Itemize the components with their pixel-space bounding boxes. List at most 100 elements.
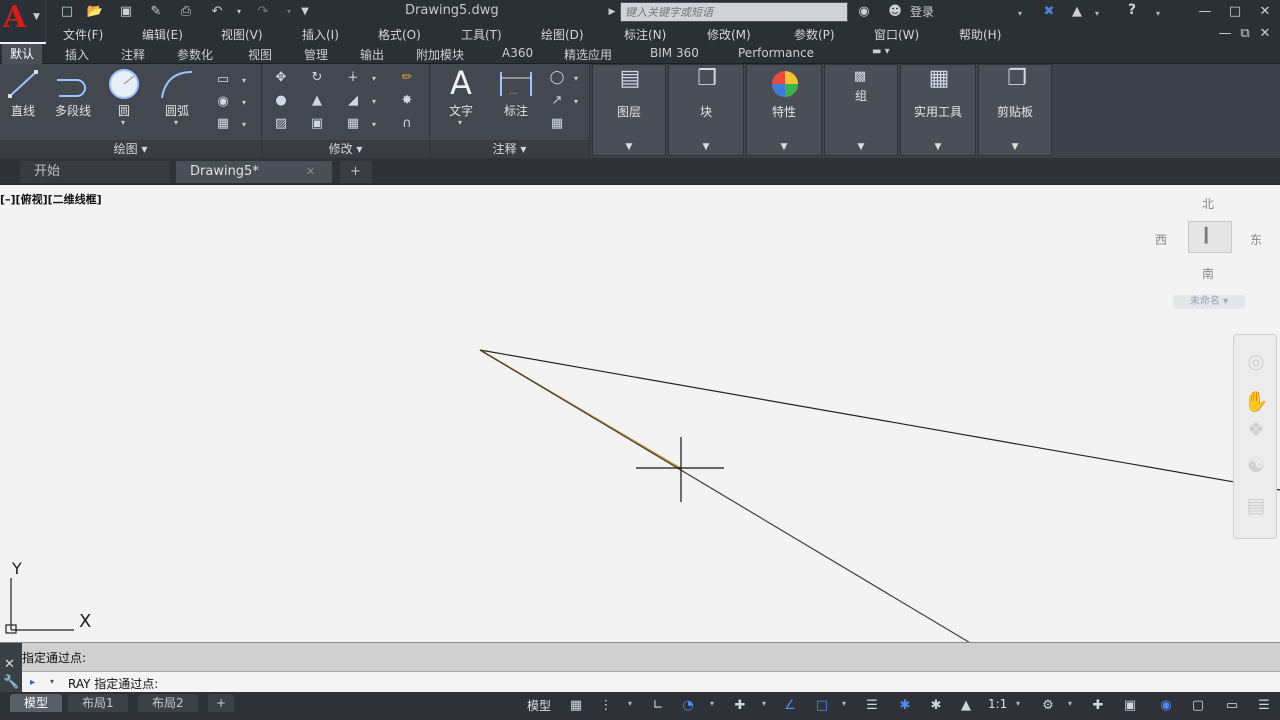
annotation-scale-icon[interactable]: ✱ (895, 697, 915, 715)
compass-north[interactable]: 北 (1202, 195, 1214, 212)
multileader-icon[interactable]: ↗ (548, 93, 566, 109)
isodraft-dropdown-icon[interactable]: ▾ (762, 699, 766, 708)
draw-panel-title[interactable]: 绘图 ▾ (0, 140, 261, 158)
annotation-visibility-icon[interactable]: ✱ (926, 697, 946, 715)
doc-minimize-icon[interactable]: — (1216, 26, 1234, 42)
open-file-icon[interactable]: 📂 (86, 4, 104, 20)
tab-a360[interactable]: A360 (502, 46, 533, 60)
tab-parametric[interactable]: 参数化 (177, 46, 213, 63)
tab-featured-apps[interactable]: 精选应用 (564, 46, 612, 63)
grid-icon[interactable]: ▦ (566, 697, 586, 715)
tab-annotate[interactable]: 注释 (121, 46, 145, 63)
hatch-dropdown-icon[interactable]: ▾ (242, 98, 246, 107)
clipboard-panel[interactable]: ❐ 剪贴板 ▼ (978, 64, 1052, 156)
menu-tools[interactable]: 工具(T) (461, 26, 502, 43)
new-file-icon[interactable]: □ (58, 4, 76, 20)
dimension-button[interactable]: ... 标注 (494, 68, 538, 119)
menu-help[interactable]: 帮助(H) (959, 26, 1001, 43)
offset-icon[interactable]: ∩ (398, 116, 416, 132)
command-input[interactable]: ▸ ▾ RAY 指定通过点: (22, 671, 1280, 693)
compass-east[interactable]: 东 (1250, 231, 1262, 248)
properties-panel[interactable]: 特性 ▼ (746, 64, 822, 156)
layout-tab-1[interactable]: 布局1 (68, 694, 128, 712)
menu-insert[interactable]: 插入(I) (302, 26, 339, 43)
steering-wheel-icon[interactable]: ◎ (1241, 349, 1271, 375)
doc-close-icon[interactable]: ✕ (1256, 26, 1274, 42)
array-dropdown-icon[interactable]: ▾ (372, 120, 376, 129)
copy-icon[interactable]: ● (272, 93, 290, 109)
line-button[interactable]: 直线 (4, 68, 42, 119)
viewcube[interactable]: ▎ (1188, 221, 1232, 253)
user-icon[interactable]: ☻ (886, 4, 904, 20)
snap-dropdown-icon[interactable]: ▾ (628, 699, 632, 708)
help-button[interactable]: ? (1128, 2, 1136, 18)
fillet-icon[interactable]: ◢ (344, 93, 362, 109)
ribbon-minimize-icon[interactable]: ▬ ▾ (872, 46, 890, 57)
circle-button[interactable]: 圆 ▾ (104, 68, 144, 127)
tab-addins[interactable]: 附加模块 (416, 46, 464, 63)
polar-dropdown-icon[interactable]: ▾ (710, 699, 714, 708)
menu-view[interactable]: 视图(V) (221, 26, 263, 43)
modify-panel-title[interactable]: 修改 ▾ (262, 140, 429, 158)
doc-restore-icon[interactable]: ⧉ (1236, 26, 1254, 42)
rectangle-icon[interactable]: ▭ (214, 72, 232, 88)
command-close-icon[interactable]: ✕ (4, 657, 15, 672)
minimize-icon[interactable]: — (1196, 4, 1214, 20)
login-button[interactable]: 登录 (910, 3, 934, 20)
explode-icon[interactable]: ✸ (398, 93, 416, 109)
utilities-panel[interactable]: ▦ 实用工具 ▼ (900, 64, 976, 156)
a360-icon[interactable]: ▲ (1068, 4, 1086, 20)
tab-manage[interactable]: 管理 (304, 46, 328, 63)
pan-icon[interactable]: ✋ (1241, 389, 1271, 415)
command-customize-icon[interactable]: 🔧 (3, 675, 19, 690)
model-space-button[interactable]: 模型 (527, 697, 551, 714)
table-icon[interactable]: ▦ (548, 116, 566, 132)
close-icon[interactable]: ✕ (1256, 4, 1274, 20)
redo-icon[interactable]: ↷ (254, 4, 272, 20)
menu-format[interactable]: 格式(O) (378, 26, 421, 43)
multileader-dropdown-icon[interactable]: ▾ (574, 97, 578, 106)
ucs-menu[interactable]: 未命名 ▾ (1173, 295, 1245, 309)
object-snap-tracking-icon[interactable]: ∠ (780, 697, 800, 715)
scale-icon[interactable]: ▣ (308, 116, 326, 132)
arc-button[interactable]: 圆弧 ▾ (155, 68, 199, 127)
menu-file[interactable]: 文件(F) (63, 26, 103, 43)
menu-window[interactable]: 窗口(W) (874, 26, 919, 43)
undo-icon[interactable]: ↶ (208, 4, 226, 20)
drawing-area[interactable] (0, 185, 1280, 644)
application-menu-button[interactable]: A ▼ (0, 0, 46, 42)
recent-commands-icon[interactable]: ▾ (50, 677, 54, 686)
menu-edit[interactable]: 编辑(E) (142, 26, 183, 43)
mirror-icon[interactable]: ▲ (308, 93, 326, 109)
text-dropdown-icon[interactable]: ▾ (458, 118, 462, 127)
annotation-monitor-icon[interactable]: ✚ (1088, 697, 1108, 715)
workspace-dropdown-icon[interactable]: ▾ (1068, 699, 1072, 708)
fillet-dropdown-icon[interactable]: ▾ (372, 97, 376, 106)
leader-icon[interactable]: ◯ (548, 70, 566, 86)
a360-dropdown-icon[interactable]: ▾ (1095, 9, 1099, 18)
tab-performance[interactable]: Performance (738, 46, 814, 60)
drawing-canvas[interactable]: [–][俯视][二维线框] Y X 北 西 东 南 ▎ 未命名 ▾ ◎ ✋ ❖ … (0, 183, 1280, 644)
trim-icon[interactable]: ∔ (344, 70, 362, 86)
compass-south[interactable]: 南 (1202, 265, 1214, 282)
block-panel[interactable]: ❒ 块 ▼ (668, 64, 744, 156)
customize-quick-access-icon[interactable]: ▼ (296, 4, 314, 20)
tab-view[interactable]: 视图 (248, 46, 272, 63)
ortho-icon[interactable]: ∟ (648, 697, 668, 715)
zoom-icon[interactable]: ❖ (1241, 417, 1271, 443)
annotation-scale-value[interactable]: 1:1 (988, 697, 1007, 711)
showmotion-icon[interactable]: ▤ (1241, 493, 1271, 519)
annotation-panel-title[interactable]: 注释 ▾ (430, 140, 589, 158)
arc-dropdown-icon[interactable]: ▾ (174, 118, 178, 127)
layout-tab-2[interactable]: 布局2 (138, 694, 198, 712)
circle-dropdown-icon[interactable]: ▾ (121, 118, 125, 127)
layout-tab-model[interactable]: 模型 (10, 694, 63, 712)
snap-icon[interactable]: ⋮ (596, 697, 616, 715)
rotate-icon[interactable]: ↻ (308, 70, 326, 86)
save-icon[interactable]: ▣ (117, 4, 135, 20)
tab-drawing5[interactable]: Drawing5* ✕ (176, 161, 332, 183)
scale-dropdown-icon[interactable]: ▾ (1016, 699, 1020, 708)
clean-screen-icon[interactable]: ▭ (1222, 697, 1242, 715)
print-icon[interactable]: ⎙ (177, 4, 195, 20)
maximize-icon[interactable]: □ (1226, 4, 1244, 20)
